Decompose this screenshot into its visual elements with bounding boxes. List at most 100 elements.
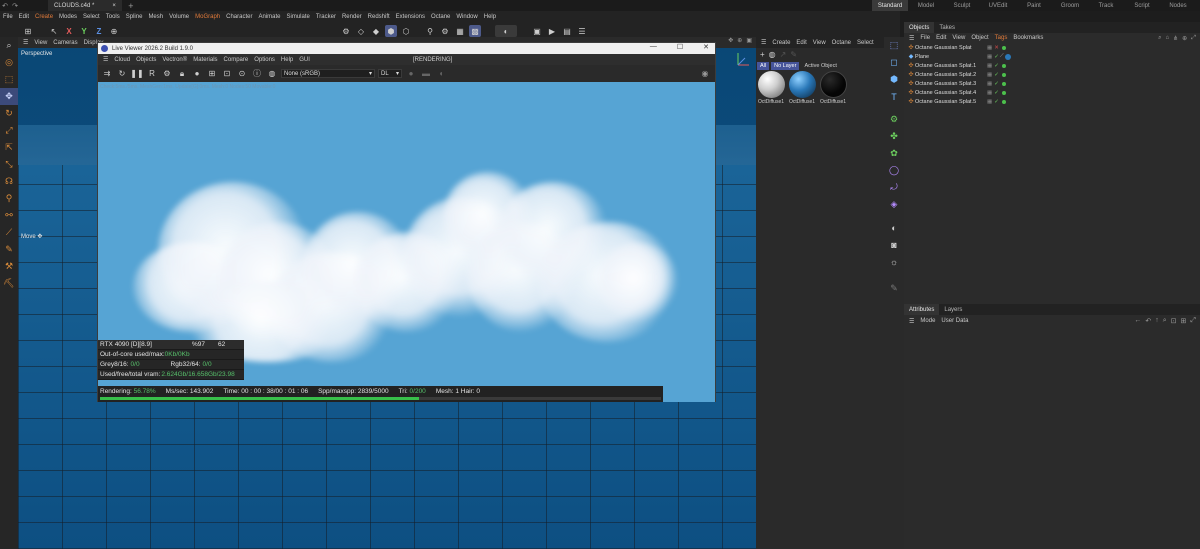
menu-modes[interactable]: Modes xyxy=(56,14,80,20)
enabled-dot-icon[interactable] xyxy=(1001,99,1006,104)
camera-icon[interactable]: ● xyxy=(405,68,417,80)
window-close-icon[interactable]: ✕ xyxy=(703,43,709,51)
material-tag-icon[interactable] xyxy=(1004,53,1011,60)
viewport-menu-cameras[interactable]: Cameras xyxy=(50,40,80,46)
expand-icon[interactable]: ⤢ xyxy=(1190,317,1196,325)
transform-tool-icon[interactable]: ⇱ xyxy=(0,139,18,156)
menu-redshift[interactable]: Redshift xyxy=(365,14,393,20)
checkmark-icon[interactable]: ✓ xyxy=(994,90,999,96)
menu-character[interactable]: Character xyxy=(223,14,255,20)
lv-menu-help[interactable]: Help xyxy=(278,57,296,63)
menu-mesh[interactable]: Mesh xyxy=(145,14,166,20)
undo-icon[interactable]: ↶ xyxy=(0,1,10,11)
plane-icon[interactable]: ◻ xyxy=(884,54,904,71)
snap-tool-icon[interactable]: ☊ xyxy=(0,173,18,190)
attributes-mode[interactable]: Mode xyxy=(917,318,938,324)
viewport-pan-icon[interactable]: ✥ xyxy=(728,37,733,44)
filter-active-object[interactable]: Active Object xyxy=(801,62,839,70)
edge-mode-icon[interactable]: ◇ xyxy=(355,25,367,37)
layout-tab-script[interactable]: Script xyxy=(1124,0,1160,11)
pick-focus-icon[interactable]: ⊡ xyxy=(221,68,233,80)
tab-attributes[interactable]: Attributes xyxy=(904,304,940,315)
live-viewer-window[interactable]: Live Viewer 2026.2 Build 1.9.0 — ☐ ✕ ☰ C… xyxy=(97,42,716,402)
scale-tool-icon[interactable]: ⤢ xyxy=(0,122,18,139)
object-row[interactable]: ✣ Octane Gaussian Splat.4 ▦ ✓ xyxy=(907,88,1200,97)
obj-menu-tags[interactable]: Tags xyxy=(992,35,1011,41)
model-mode-icon[interactable]: ⊞ xyxy=(22,25,34,37)
up-arrow-icon[interactable]: ↑ xyxy=(1155,317,1159,325)
history-icon[interactable]: ↶ xyxy=(1145,317,1151,325)
workplane-icon[interactable]: ⚙ xyxy=(439,25,451,37)
checkmark-icon[interactable]: ✓ xyxy=(994,99,999,105)
render-queue-icon[interactable]: ☰ xyxy=(576,25,588,37)
object-row[interactable]: ✣ Octane Gaussian Splat.1 ▦ ✓ xyxy=(907,61,1200,70)
render-settings-icon[interactable]: ⚙ xyxy=(340,25,352,37)
settings-gear-icon[interactable]: ⚙ xyxy=(161,68,173,80)
mat-menu-create[interactable]: Create xyxy=(769,40,793,46)
object-menu-icon[interactable]: ☰ xyxy=(906,35,917,42)
tab-takes[interactable]: Takes xyxy=(934,22,960,33)
send-scene-icon[interactable]: ⇉ xyxy=(101,68,113,80)
toggle-icon[interactable]: ◐ xyxy=(495,25,517,37)
enabled-dot-icon[interactable] xyxy=(1001,90,1006,95)
pause-render-icon[interactable]: ❚❚ xyxy=(130,68,143,80)
mat-menu-edit[interactable]: Edit xyxy=(793,40,809,46)
mat-menu-view[interactable]: View xyxy=(810,40,829,46)
object-mode-icon[interactable]: ⬢ xyxy=(385,25,397,37)
filter-no-layer[interactable]: No Layer xyxy=(771,61,800,70)
viewport-layout-icon[interactable]: ▣ xyxy=(746,37,752,44)
search-icon[interactable]: ⌕ xyxy=(1163,317,1167,325)
tab-objects[interactable]: Objects xyxy=(904,22,935,33)
effector-icon[interactable]: ✿ xyxy=(884,145,904,162)
material-swatch[interactable]: OctDiffuse1 xyxy=(757,71,785,105)
render-region-icon[interactable]: ▤ xyxy=(561,25,573,37)
viewport-menu-view[interactable]: View xyxy=(31,40,50,46)
layout-tab-paint[interactable]: Paint xyxy=(1016,0,1052,11)
checkmark-icon[interactable]: ✓ xyxy=(994,72,999,78)
menu-render[interactable]: Render xyxy=(339,14,365,20)
material-link-icon[interactable]: ↗ xyxy=(780,50,787,59)
layout-tab-sculpt[interactable]: Sculpt xyxy=(944,0,980,11)
lv-menu-gui[interactable]: GUI xyxy=(296,57,313,63)
menu-spline[interactable]: Spline xyxy=(123,14,146,20)
enabled-dot-icon[interactable] xyxy=(1001,81,1006,86)
pointer-icon[interactable]: ↖ xyxy=(48,25,60,37)
mat-menu-select[interactable]: Select xyxy=(854,40,877,46)
menu-tracker[interactable]: Tracker xyxy=(313,14,339,20)
checkmark-icon[interactable]: ✓ xyxy=(994,54,999,60)
add-tab-icon[interactable]: + xyxy=(126,1,136,11)
material-preview-icon[interactable]: ◍ xyxy=(769,50,776,59)
layout-tab-uvedit[interactable]: UVEdit xyxy=(980,0,1016,11)
menu-octane[interactable]: Octane xyxy=(428,14,453,20)
menu-extensions[interactable]: Extensions xyxy=(393,14,428,20)
filter-all[interactable]: All xyxy=(757,61,770,70)
weld-tool-icon[interactable]: ⚯ xyxy=(0,207,18,224)
axis-x-button[interactable]: X xyxy=(63,25,75,37)
menu-create[interactable]: Create xyxy=(32,14,56,20)
generator-icon[interactable]: ⚙ xyxy=(884,111,904,128)
object-row[interactable]: ✣ Octane Gaussian Splat.5 ▦ ✓ xyxy=(907,97,1200,106)
cloner-icon[interactable]: ✤ xyxy=(884,128,904,145)
viewport-menu-icon[interactable]: ☰ xyxy=(20,39,31,46)
phong-tag-icon[interactable]: ⟋ xyxy=(1000,53,1004,60)
environment-icon[interactable]: ◐ xyxy=(884,219,904,236)
lv-menu-compare[interactable]: Compare xyxy=(221,57,252,63)
material-edit-icon[interactable]: ✎ xyxy=(790,50,797,59)
obj-menu-object[interactable]: Object xyxy=(968,35,991,41)
lv-menu-objects[interactable]: Objects xyxy=(133,57,159,63)
visibility-off-icon[interactable]: ✕ xyxy=(994,45,999,51)
back-arrow-icon[interactable]: ← xyxy=(1134,317,1141,325)
menu-select[interactable]: Select xyxy=(80,14,103,20)
object-row[interactable]: ◆ Plane ▦ ✓ ⟋ xyxy=(907,52,1200,61)
layer-icon[interactable]: ▦ xyxy=(987,99,992,105)
layout-tab-track[interactable]: Track xyxy=(1088,0,1124,11)
menu-window[interactable]: Window xyxy=(453,14,480,20)
bend-icon[interactable]: ⤾ xyxy=(884,179,904,196)
obj-menu-edit[interactable]: Edit xyxy=(933,35,949,41)
move-tool-icon[interactable]: ✥ xyxy=(0,88,18,105)
axis-tool-icon[interactable]: ⤡ xyxy=(0,156,18,173)
layer-icon[interactable]: ▦ xyxy=(987,90,992,96)
coordinate-system-icon[interactable]: ⊕ xyxy=(108,25,120,37)
obj-menu-bookmarks[interactable]: Bookmarks xyxy=(1010,35,1046,41)
clay-mode-icon[interactable]: ● xyxy=(191,68,203,80)
